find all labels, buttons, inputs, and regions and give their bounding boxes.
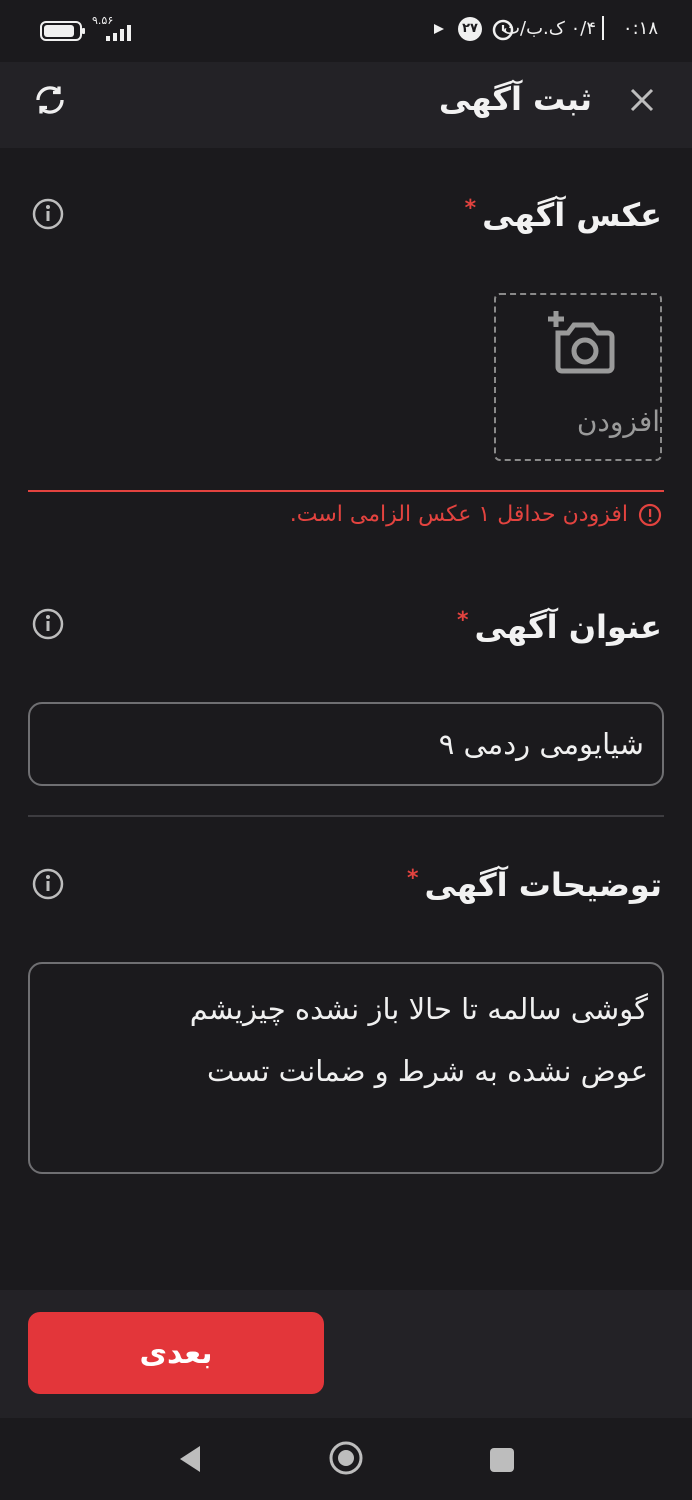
back-icon[interactable] — [176, 1444, 204, 1474]
error-icon — [638, 503, 662, 526]
add-camera-icon — [548, 311, 615, 374]
status-separator — [602, 16, 604, 40]
title-section-text: عنوان آگهی — [474, 608, 662, 646]
required-mark: * — [464, 196, 477, 221]
add-photo-button[interactable]: افزودن — [494, 293, 662, 461]
description-textarea[interactable]: گوشی سالمه تا حالا باز نشده چیزیشم عوض ن… — [28, 962, 664, 1174]
photo-divider — [28, 490, 664, 492]
title-divider — [28, 815, 664, 817]
play-icon — [434, 24, 444, 34]
system-nav-bar — [0, 1418, 692, 1500]
title-section-title: عنوان آگهی* — [457, 608, 662, 646]
recents-icon[interactable] — [488, 1446, 516, 1474]
add-photo-label: افزودن — [576, 405, 660, 438]
next-button[interactable]: بعدی — [28, 1312, 324, 1394]
info-icon[interactable] — [32, 198, 64, 230]
required-mark: * — [457, 608, 469, 633]
alarm-icon — [492, 19, 514, 41]
status-date: ۰/۴ ک.ب/ث — [503, 18, 596, 39]
description-section-text: توضیحات آگهی — [424, 866, 662, 904]
page-title: ثبت آگهی — [438, 80, 592, 118]
calendar-badge: ۲۷ — [458, 17, 482, 41]
status-bar: ۰:۱۸ ۰/۴ ک.ب/ث ۲۷ ۹.۵۶ — [0, 0, 692, 62]
info-icon[interactable] — [32, 868, 64, 900]
signal-icon — [106, 25, 131, 41]
photo-title-text: عکس آگهی — [482, 196, 662, 234]
close-icon[interactable] — [628, 86, 656, 114]
app-header: ثبت آگهی — [0, 62, 692, 148]
battery-icon — [40, 21, 85, 41]
required-mark: * — [406, 866, 419, 891]
refresh-icon[interactable] — [32, 82, 68, 118]
title-input[interactable]: شیایومی ردمی ۹ — [28, 702, 664, 786]
photo-error-text: افزودن حداقل ۱ عکس الزامی است. — [289, 502, 628, 527]
status-time: ۰:۱۸ — [622, 18, 658, 39]
info-icon[interactable] — [32, 608, 64, 640]
description-section-title: توضیحات آگهی* — [407, 866, 662, 904]
photo-section-title: عکس آگهی* — [465, 196, 662, 234]
photo-error: افزودن حداقل ۱ عکس الزامی است. — [290, 502, 662, 527]
home-icon[interactable] — [328, 1440, 364, 1476]
